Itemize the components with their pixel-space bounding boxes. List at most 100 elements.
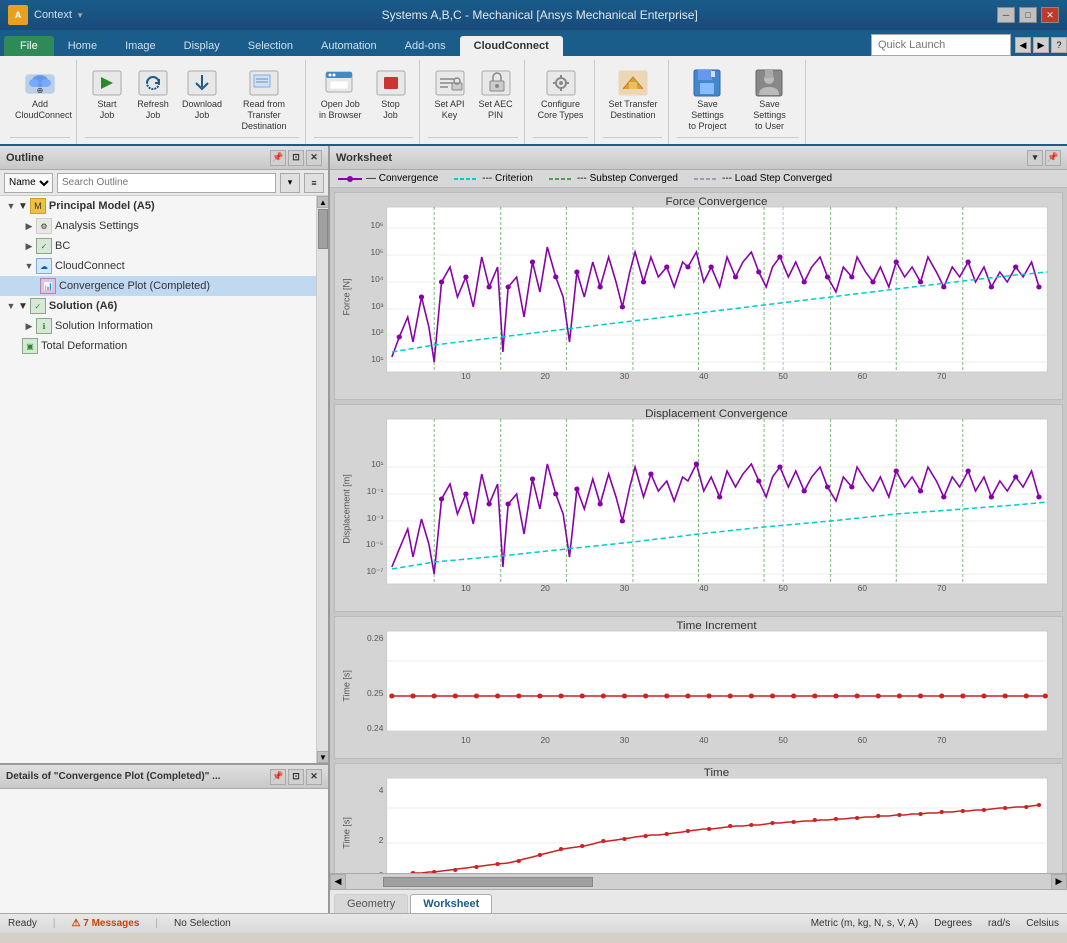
solution-icon: ✓ [30,298,46,314]
read-transfer-button[interactable]: Read from TransferDestination [229,64,299,134]
outline-panel: Outline 📌 ⊡ ✕ Name ▾ ≡ [0,146,328,763]
expand-analysis-settings[interactable]: ▶ [22,219,36,233]
worksheet-pin-button[interactable]: 📌 [1045,150,1061,166]
restore-button[interactable]: □ [1019,7,1037,23]
tab-home[interactable]: Home [54,36,111,56]
tab-worksheet[interactable]: Worksheet [410,894,492,913]
save-settings-user-icon [753,67,785,99]
quick-launch-input[interactable] [871,34,1011,56]
outline-close-button[interactable]: ✕ [306,150,322,166]
outline-pin-button[interactable]: 📌 [270,150,286,166]
download-job-button[interactable]: DownloadJob [177,64,227,124]
h-scroll-thumb[interactable] [383,877,593,887]
details-pin-button[interactable]: 📌 [270,769,286,785]
solution-info-icon: ℹ [36,318,52,334]
set-aec-pin-button[interactable]: Set AECPIN [474,64,518,124]
svg-text:4: 4 [379,786,384,795]
minimize-button[interactable]: ─ [997,7,1015,23]
total-deformation-icon: ▣ [22,338,38,354]
svg-text:10⁴: 10⁴ [370,275,384,284]
svg-text:60: 60 [858,372,868,381]
outline-scroll-down[interactable]: ▼ [317,751,328,763]
tree-item-analysis-settings[interactable]: ▶ ⚙ Analysis Settings [0,216,316,236]
tree-item-bc[interactable]: ▶ ✓ BC [0,236,316,256]
save-settings-user-button[interactable]: Save Settingsto User [739,64,799,134]
chart-legend: — Convergence --- Criterion --- Substep … [330,170,1067,188]
svg-text:70: 70 [937,372,947,381]
svg-text:10⁶: 10⁶ [371,221,384,230]
status-messages: ⚠ 7 Messages [72,918,140,929]
outline-more-button[interactable]: ≡ [304,173,324,193]
back-button[interactable]: ◀ [1015,37,1031,53]
tree-item-cloudconnect[interactable]: ▼ ☁ CloudConnect [0,256,316,276]
time-increment-chart: Time Increment Time [s] 0.24 0.25 0.26 1… [334,616,1063,759]
worksheet-dropdown-button[interactable]: ▾ [1027,150,1043,166]
set-api-key-button[interactable]: Set APIKey [428,64,472,124]
download-job-label: DownloadJob [182,99,222,121]
tab-file[interactable]: File [4,36,54,56]
scroll-right-button[interactable]: ▶ [1051,874,1067,890]
expand-principal-model[interactable]: ▼ [4,199,18,213]
details-float-button[interactable]: ⊡ [288,769,304,785]
help-button[interactable]: ? [1051,37,1067,53]
outline-float-button[interactable]: ⊡ [288,150,304,166]
status-bar: Ready | ⚠ 7 Messages | No Selection Metr… [0,913,1067,933]
configure-core-types-icon [545,67,577,99]
start-job-icon [91,67,123,99]
outline-header: Outline 📌 ⊡ ✕ [0,146,328,170]
forward-button[interactable]: ▶ [1033,37,1049,53]
start-job-button[interactable]: StartJob [85,64,129,124]
refresh-job-label: RefreshJob [137,99,169,121]
open-job-browser-button[interactable]: Open Jobin Browser [314,64,367,124]
search-filter-button[interactable]: ▾ [280,173,300,193]
set-transfer-destination-button[interactable]: Set TransferDestination [603,64,662,124]
tree-item-principal-model[interactable]: ▼ ▼ M Principal Model (A5) [0,196,316,216]
svg-text:30: 30 [620,372,630,381]
details-content [0,789,328,805]
add-cloudconnect-button[interactable]: ⊕ AddCloudConnect [10,64,70,124]
worksheet-header: Worksheet ▾ 📌 [330,146,1067,170]
outline-scroll-up[interactable]: ▲ [317,196,328,208]
expand-bc[interactable]: ▶ [22,239,36,253]
expand-cloudconnect[interactable]: ▼ [22,259,36,273]
add-cloudconnect-label: AddCloudConnect [15,99,65,121]
ribbon-group-api: Set APIKey Set AECPIN [422,60,525,144]
tree-item-solution[interactable]: ▼ ▼ ✓ Solution (A6) [0,296,316,316]
tree-item-solution-info[interactable]: ▶ ℹ Solution Information [0,316,316,336]
tab-selection[interactable]: Selection [234,36,307,56]
ribbon-group-browser: Open Jobin Browser StopJob [308,60,420,144]
close-button[interactable]: ✕ [1041,7,1059,23]
convergence-plot-icon: 📊 [40,278,56,294]
configure-core-types-button[interactable]: ConfigureCore Types [533,64,589,124]
tab-geometry[interactable]: Geometry [334,894,408,913]
svg-text:50: 50 [778,372,788,381]
details-close-button[interactable]: ✕ [306,769,322,785]
tab-display[interactable]: Display [170,36,234,56]
search-box: ◀ ▶ ? [871,34,1067,56]
tab-cloudconnect[interactable]: CloudConnect [460,36,563,56]
expand-solution-info[interactable]: ▶ [22,319,36,333]
set-transfer-destination-label: Set TransferDestination [608,99,657,121]
outline-scroll-thumb[interactable] [318,209,328,249]
tree-item-total-deformation[interactable]: ▣ Total Deformation [0,336,316,356]
svg-text:Time [s]: Time [s] [341,817,351,849]
charts-area: — Convergence --- Criterion --- Substep … [330,170,1067,873]
tree-item-convergence-plot[interactable]: 📊 Convergence Plot (Completed) [0,276,316,296]
outline-search-input[interactable] [57,173,276,193]
save-settings-project-button[interactable]: Save Settingsto Project [677,64,737,134]
refresh-job-button[interactable]: RefreshJob [131,64,175,124]
start-job-label: StartJob [97,99,116,121]
scroll-left-button[interactable]: ◀ [330,874,346,890]
tab-automation[interactable]: Automation [307,36,391,56]
svg-text:0.25: 0.25 [367,689,384,698]
outline-name-dropdown[interactable]: Name [4,173,53,193]
ribbon-group-add: ⊕ AddCloudConnect [4,60,77,144]
tab-addons[interactable]: Add-ons [391,36,460,56]
svg-text:10⁻⁵: 10⁻⁵ [366,540,383,549]
svg-text:20: 20 [540,736,550,745]
bc-icon: ✓ [36,238,52,254]
read-transfer-icon [248,67,280,99]
tab-image[interactable]: Image [111,36,170,56]
stop-job-button[interactable]: StopJob [369,64,413,124]
expand-solution[interactable]: ▼ [4,299,18,313]
